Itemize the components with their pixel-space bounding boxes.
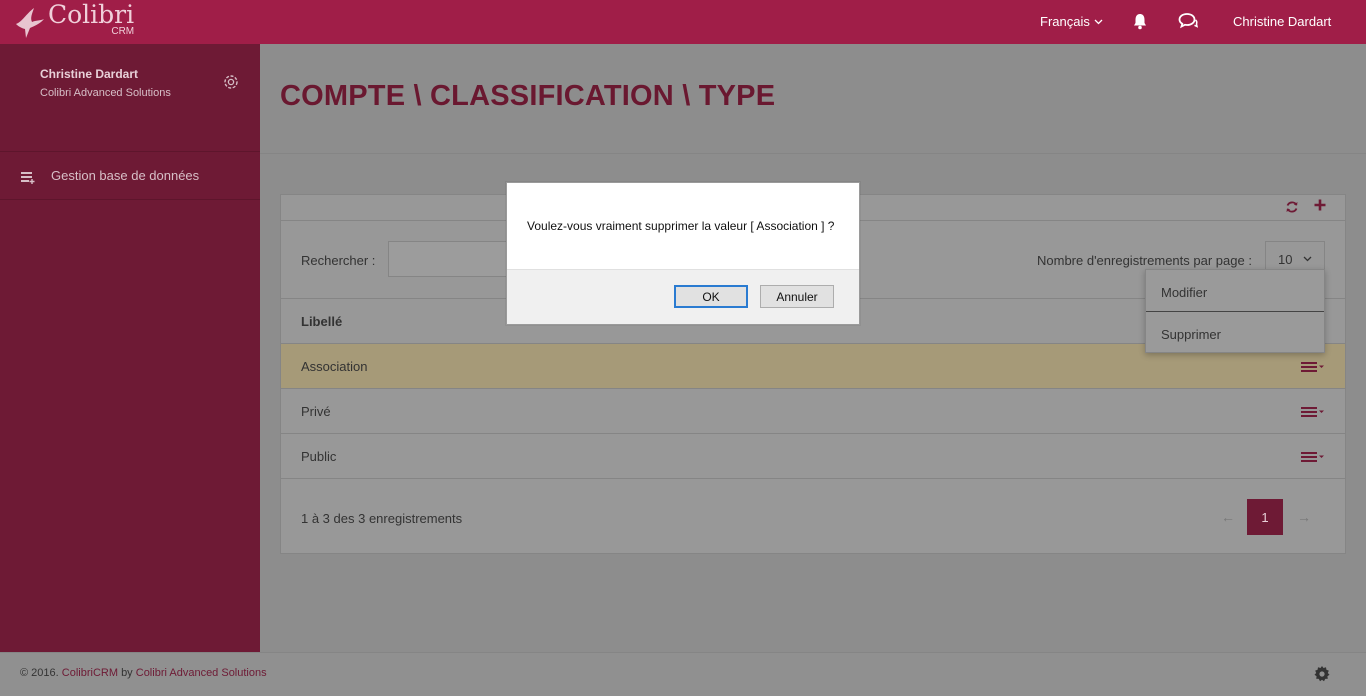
hummingbird-logo-icon bbox=[16, 8, 44, 38]
sidebar: Christine Dardart Colibri Advanced Solut… bbox=[0, 44, 260, 652]
profile-organization: Colibri Advanced Solutions bbox=[40, 87, 171, 99]
menu-item-label: Modifier bbox=[1161, 285, 1208, 300]
refresh-icon[interactable] bbox=[1285, 200, 1299, 214]
menu-item-supprimer[interactable]: Supprimer bbox=[1146, 312, 1324, 354]
row-label: Association bbox=[301, 359, 368, 374]
record-count: 1 à 3 des 3 enregistrements bbox=[301, 511, 463, 526]
top-bar: Colibri CRM Français Christine Dardart bbox=[0, 0, 1366, 44]
table-row[interactable]: Public bbox=[281, 434, 1345, 479]
panel-footer: 1 à 3 des 3 enregistrements ← 1 → bbox=[281, 479, 1345, 557]
sidebar-item-label: Gestion base de données bbox=[51, 168, 200, 183]
menu-item-label: Supprimer bbox=[1161, 327, 1221, 342]
dialog-actions: OK Annuler bbox=[507, 269, 859, 324]
ok-button[interactable]: OK bbox=[674, 285, 748, 308]
profile-block: Christine Dardart Colibri Advanced Solut… bbox=[0, 44, 260, 152]
company-link[interactable]: Colibri Advanced Solutions bbox=[136, 667, 267, 679]
language-selector[interactable]: Français bbox=[1040, 14, 1103, 29]
profile-name: Christine Dardart bbox=[40, 67, 139, 81]
row-actions-menu-icon[interactable] bbox=[1301, 452, 1325, 462]
dialog-message: Voulez-vous vraiment supprimer la valeur… bbox=[527, 219, 835, 233]
row-actions-menu-icon[interactable] bbox=[1301, 362, 1325, 372]
row-label: Public bbox=[301, 449, 337, 464]
database-icon bbox=[21, 172, 35, 184]
cancel-button[interactable]: Annuler bbox=[760, 285, 834, 308]
table-row[interactable]: Privé bbox=[281, 389, 1345, 434]
add-icon[interactable] bbox=[1313, 198, 1327, 212]
copyright-year: © 2016. bbox=[20, 667, 59, 679]
chevron-down-icon bbox=[1094, 19, 1103, 24]
bell-icon[interactable] bbox=[1131, 12, 1149, 30]
pagination-next[interactable]: → bbox=[1297, 509, 1311, 525]
per-page-value: 10 bbox=[1278, 251, 1293, 267]
chevron-down-icon bbox=[1303, 256, 1312, 262]
menu-item-modifier[interactable]: Modifier bbox=[1146, 270, 1324, 312]
sidebar-item-database[interactable]: Gestion base de données bbox=[0, 152, 260, 200]
per-page-label: Nombre d'enregistrements par page : bbox=[1037, 253, 1252, 268]
page-header: COMPTE \ CLASSIFICATION \ TYPE bbox=[260, 44, 1366, 154]
pagination-page-current[interactable]: 1 bbox=[1247, 499, 1283, 535]
product-link[interactable]: ColibriCRM bbox=[62, 667, 118, 679]
dialog-body: Voulez-vous vraiment supprimer la valeur… bbox=[507, 183, 859, 269]
gear-icon[interactable] bbox=[1313, 665, 1331, 683]
language-label: Français bbox=[1040, 14, 1090, 29]
row-label: Privé bbox=[301, 404, 331, 419]
confirm-dialog: Voulez-vous vraiment supprimer la valeur… bbox=[506, 182, 860, 325]
page-title: COMPTE \ CLASSIFICATION \ TYPE bbox=[280, 80, 776, 112]
app-logo[interactable]: Colibri CRM bbox=[12, 2, 134, 42]
row-context-menu: Modifier Supprimer bbox=[1145, 269, 1325, 353]
gear-icon[interactable] bbox=[222, 73, 240, 91]
logo-name: Colibri bbox=[48, 0, 135, 29]
search-label: Rechercher : bbox=[301, 253, 376, 268]
copyright-text: © 2016. ColibriCRM by Colibri Advanced S… bbox=[20, 667, 267, 679]
by-text: by bbox=[121, 667, 133, 679]
column-header-libelle[interactable]: Libellé bbox=[301, 314, 342, 329]
row-actions-menu-icon[interactable] bbox=[1301, 407, 1325, 417]
chat-icon[interactable] bbox=[1178, 12, 1198, 30]
user-menu[interactable]: Christine Dardart bbox=[1233, 14, 1331, 29]
pagination-prev[interactable]: ← bbox=[1221, 509, 1235, 525]
page-footer: © 2016. ColibriCRM by Colibri Advanced S… bbox=[0, 652, 1366, 696]
